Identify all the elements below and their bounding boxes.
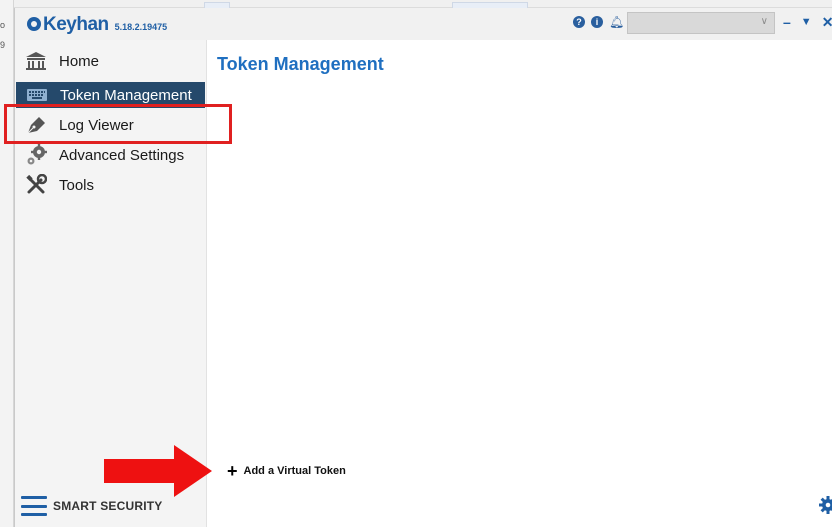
sidebar-item-home[interactable]: Home (15, 48, 99, 74)
close-button[interactable]: ✕ (822, 14, 832, 31)
dropdown-button[interactable]: ▼ (801, 14, 812, 31)
smart-security-menu[interactable]: SMART SECURITY (21, 496, 162, 516)
title-bar: Keyhan 5.18.2.19475 ? i 🔔︎ ∨ – ▼ ✕ (15, 8, 832, 40)
bank-icon (21, 49, 51, 73)
keyhan-logo-icon (27, 17, 41, 31)
info-icon[interactable]: i (591, 16, 603, 28)
smart-security-label: SMART SECURITY (53, 499, 163, 513)
settings-gear-icon[interactable] (819, 496, 832, 514)
sidebar-item-label: Tools (59, 176, 95, 194)
sidebar-item-label: Home (59, 52, 100, 70)
page-title: Token Management (217, 54, 384, 74)
app-name: Keyhan (43, 14, 109, 35)
bell-icon[interactable]: 🔔︎ (609, 16, 624, 28)
background-text: o (0, 20, 6, 30)
window-controls: – ▼ ✕ (783, 14, 832, 31)
add-virtual-token-button[interactable]: + Add a Virtual Token (227, 461, 346, 481)
tools-icon (21, 173, 51, 197)
sidebar-item-label: Token Management (60, 86, 192, 104)
highlight-annotation (4, 104, 232, 144)
background-text: 9 (0, 40, 6, 50)
sidebar-item-advanced-settings[interactable]: Advanced Settings (15, 142, 184, 168)
arrow-annotation-icon (104, 445, 212, 497)
titlebar-icons: ? i 🔔︎ (573, 16, 624, 28)
app-logo: Keyhan 5.18.2.19475 (27, 14, 167, 36)
sidebar-item-tools[interactable]: Tools (15, 172, 94, 198)
gears-icon (21, 143, 51, 167)
sidebar-item-label: Advanced Settings (59, 146, 185, 164)
minimize-button[interactable]: – (783, 14, 791, 31)
background-window-top (14, 0, 832, 8)
chevron-down-icon: ∨ (760, 16, 768, 27)
background-window-strip: o 9 (0, 0, 14, 527)
hamburger-icon (21, 496, 47, 516)
app-version: 5.18.2.19475 (114, 22, 168, 32)
help-icon[interactable]: ? (573, 16, 585, 28)
profile-select[interactable]: ∨ (627, 12, 775, 34)
plus-icon: + (227, 461, 238, 481)
add-virtual-token-label: Add a Virtual Token (243, 465, 346, 477)
